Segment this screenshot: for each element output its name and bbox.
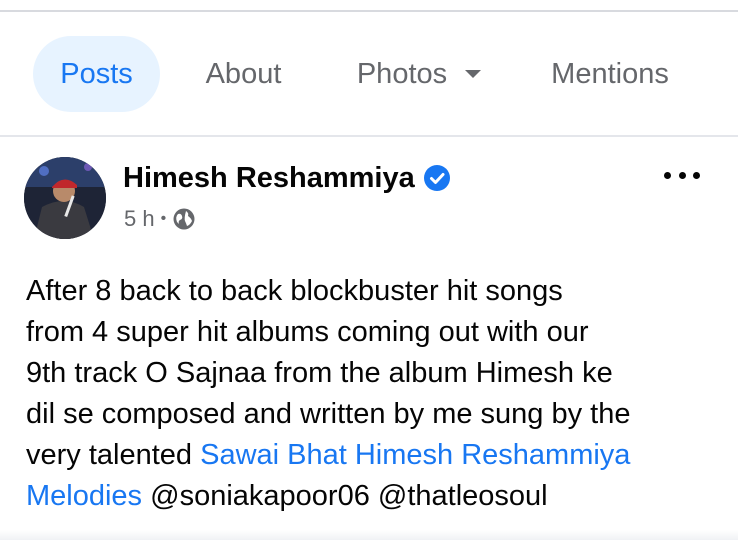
tab-posts-label: Posts [60, 57, 133, 90]
post-meta: 5 h • [124, 204, 196, 234]
post-text-line: very talented Sawai Bhat Himesh Reshammi… [26, 435, 726, 476]
bottom-edge [0, 530, 738, 540]
post-author[interactable]: Himesh Reshammiya [123, 162, 415, 195]
post-text-segment: very talented [26, 439, 201, 471]
post-text-line: Melodies @soniakapoor06 @thatleosoul [26, 476, 726, 517]
tab-mentions-label: Mentions [551, 57, 669, 90]
chevron-down-icon [465, 70, 482, 78]
meta-separator: • [160, 210, 167, 227]
tagged-page-link[interactable]: Sawai Bhat Himesh Reshammiya [200, 439, 630, 471]
profile-tabs: Posts About Photos Mentions [0, 36, 738, 112]
tab-posts[interactable]: Posts [33, 36, 160, 112]
top-divider [0, 10, 738, 12]
post-text-line: After 8 back to back blockbuster hit son… [26, 275, 563, 307]
tagged-page-link-continued[interactable]: Melodies [26, 480, 142, 512]
mention-soniakapoor06[interactable]: @soniakapoor06 [150, 480, 370, 512]
avatar-image [24, 157, 106, 239]
post-body: After 8 back to back blockbuster hit son… [26, 271, 726, 517]
mention-thatleosoul[interactable]: @thatleosoul [378, 480, 548, 512]
more-dot [664, 171, 671, 179]
tab-about-label: About [205, 57, 282, 90]
tab-photos-label: Photos [356, 57, 448, 90]
post-time[interactable]: 5 h [124, 206, 155, 232]
tab-about[interactable]: About [186, 36, 301, 112]
more-options-icon[interactable] [664, 162, 700, 188]
more-dot [693, 171, 700, 179]
avatar[interactable] [24, 157, 106, 239]
post-text-line: from 4 super hit albums coming out with … [26, 316, 589, 348]
post-header: Himesh Reshammiya [123, 158, 450, 198]
globe-icon [173, 208, 195, 230]
post-text-line: 9th track O Sajnaa from the album Himesh… [26, 357, 613, 389]
verified-badge-icon [423, 165, 450, 191]
tab-mentions[interactable]: Mentions [530, 36, 690, 112]
more-dot [678, 171, 686, 179]
tabs-divider [0, 135, 738, 137]
post-text-line: dil se composed and written by me sung b… [26, 398, 631, 430]
tab-photos[interactable]: Photos [340, 36, 498, 112]
